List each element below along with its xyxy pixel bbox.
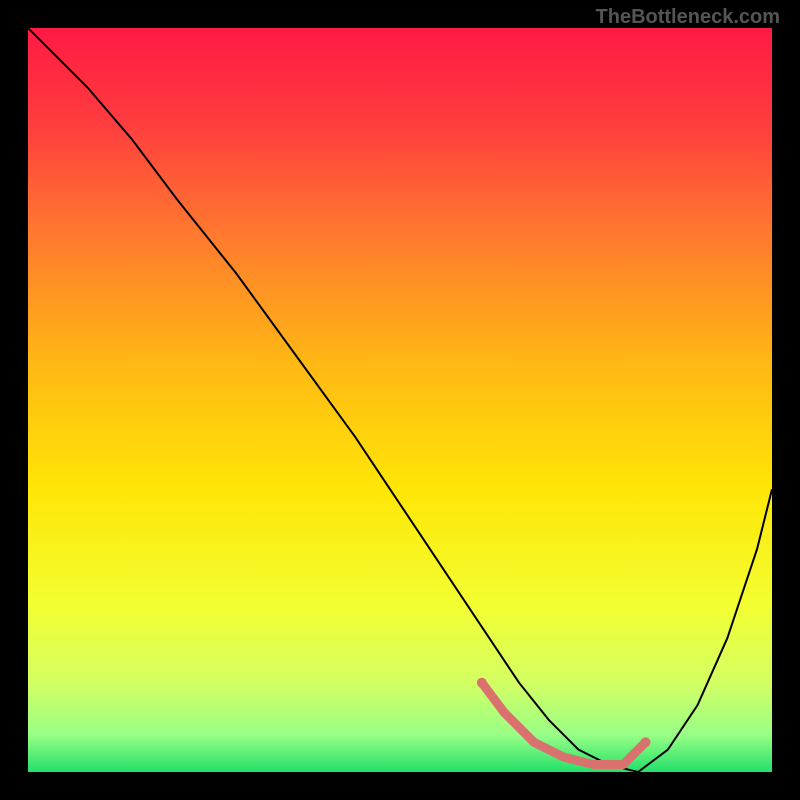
optimal-range-start-dot: [477, 678, 487, 688]
optimal-range-end-dot: [641, 737, 651, 747]
chart-container: TheBottleneck.com: [0, 0, 800, 800]
gradient-background: [28, 28, 772, 772]
watermark-text: TheBottleneck.com: [596, 6, 780, 29]
plot-area: [28, 28, 772, 772]
chart-svg: [28, 28, 772, 772]
